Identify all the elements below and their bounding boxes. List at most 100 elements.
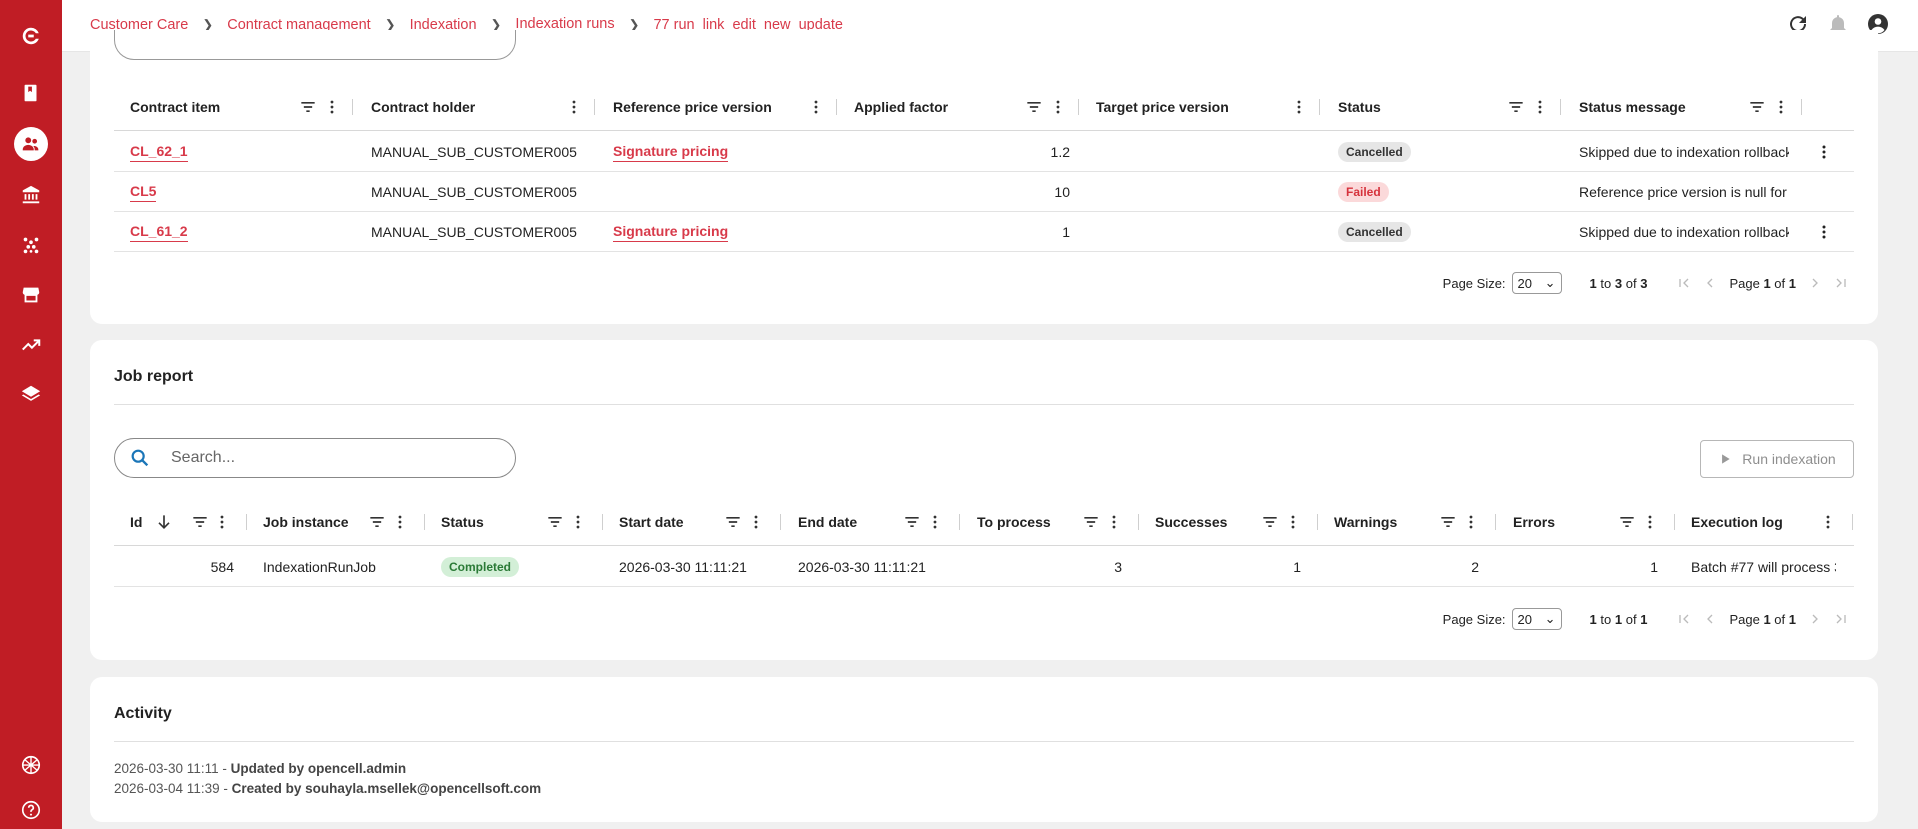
prev-page-icon[interactable] [1702, 275, 1718, 291]
filter-icon[interactable] [545, 512, 565, 532]
col-status-message[interactable]: Status message [1579, 83, 1686, 131]
filter-icon[interactable] [1081, 512, 1101, 532]
search-input-partial[interactable] [114, 30, 516, 60]
more-vert-icon[interactable] [1640, 512, 1660, 532]
table-row[interactable]: CL_61_2 MANUAL_SUB_CUSTOMER005 - Signatu… [114, 212, 1854, 252]
column-separator[interactable] [1852, 514, 1853, 530]
column-separator[interactable] [780, 514, 781, 530]
more-vert-icon[interactable] [806, 97, 826, 117]
more-vert-icon[interactable] [1461, 512, 1481, 532]
prev-page-icon[interactable] [1702, 611, 1718, 627]
search-field[interactable] [171, 449, 471, 467]
column-separator[interactable] [1138, 514, 1139, 530]
column-separator[interactable] [424, 514, 425, 530]
col-errors[interactable]: Errors [1513, 498, 1555, 546]
book-icon[interactable] [0, 73, 62, 113]
col-successes[interactable]: Successes [1155, 498, 1227, 546]
col-contract-holder[interactable]: Contract holder [371, 83, 475, 131]
last-page-icon[interactable] [1833, 275, 1849, 291]
customers-icon[interactable] [0, 124, 62, 164]
col-to-process[interactable]: To process [977, 498, 1051, 546]
column-separator[interactable] [1560, 99, 1561, 115]
column-separator[interactable] [1317, 514, 1318, 530]
col-start-date[interactable]: Start date [619, 498, 684, 546]
search-input[interactable] [114, 438, 516, 478]
first-page-icon[interactable] [1676, 275, 1692, 291]
more-vert-icon[interactable] [568, 512, 588, 532]
more-vert-icon[interactable] [1289, 97, 1309, 117]
first-page-icon[interactable] [1676, 611, 1692, 627]
col-job-instance[interactable]: Job instance [263, 498, 349, 546]
column-separator[interactable] [836, 99, 837, 115]
column-separator[interactable] [1674, 514, 1675, 530]
run-indexation-button[interactable]: Run indexation [1700, 440, 1854, 478]
more-vert-icon[interactable] [1283, 512, 1303, 532]
table-row[interactable]: 584 IndexationRunJob Completed 2026-03-3… [114, 547, 1854, 587]
more-vert-icon[interactable] [925, 512, 945, 532]
column-separator[interactable] [1801, 99, 1802, 115]
table-row[interactable]: CL5 MANUAL_SUB_CUSTOMER005 - 10 Failed R… [114, 172, 1854, 212]
col-execution-log[interactable]: Execution log [1691, 498, 1783, 546]
column-separator[interactable] [246, 514, 247, 530]
filter-icon[interactable] [902, 512, 922, 532]
col-reference-price-version[interactable]: Reference price version [613, 83, 772, 131]
contract-item-link[interactable]: CL5 [130, 183, 157, 202]
column-separator[interactable] [959, 514, 960, 530]
reference-price-link[interactable]: Signature pricing [613, 223, 729, 242]
col-id[interactable]: Id [130, 498, 142, 546]
layers-icon[interactable] [0, 374, 62, 414]
help-icon[interactable] [0, 790, 62, 829]
next-page-icon[interactable] [1807, 611, 1823, 627]
logo-icon[interactable] [0, 16, 62, 56]
language-icon[interactable] [0, 745, 62, 785]
row-more-vert-icon[interactable] [1814, 222, 1834, 242]
filter-icon[interactable] [1438, 512, 1458, 532]
next-page-icon[interactable] [1807, 275, 1823, 291]
more-vert-icon[interactable] [390, 512, 410, 532]
filter-icon[interactable] [298, 97, 318, 117]
col-target-price-version[interactable]: Target price version [1096, 83, 1229, 131]
filter-icon[interactable] [1024, 97, 1044, 117]
col-end-date[interactable]: End date [798, 498, 857, 546]
more-vert-icon[interactable] [322, 97, 342, 117]
column-separator[interactable] [1319, 99, 1320, 115]
column-separator[interactable] [1078, 99, 1079, 115]
more-vert-icon[interactable] [1048, 97, 1068, 117]
table-row[interactable]: CL_62_1 MANUAL_SUB_CUSTOMER005 - Signatu… [114, 132, 1854, 172]
filter-icon[interactable] [190, 512, 210, 532]
reference-price-link[interactable]: Signature pricing [613, 143, 729, 162]
col-status[interactable]: Status [1338, 83, 1381, 131]
more-vert-icon[interactable] [1771, 97, 1791, 117]
col-status[interactable]: Status [441, 498, 484, 546]
grid-dots-icon[interactable] [0, 225, 62, 265]
page-size-select[interactable]: 20 ⌄ [1511, 272, 1562, 294]
column-separator[interactable] [594, 99, 595, 115]
contract-item-link[interactable]: CL_61_2 [130, 223, 188, 242]
filter-icon[interactable] [723, 512, 743, 532]
last-page-icon[interactable] [1833, 611, 1849, 627]
more-vert-icon[interactable] [212, 512, 232, 532]
trending-icon[interactable] [0, 325, 62, 365]
store-icon[interactable] [0, 275, 62, 315]
more-vert-icon[interactable] [1818, 512, 1838, 532]
bank-icon[interactable] [0, 175, 62, 215]
col-applied-factor[interactable]: Applied factor [854, 83, 948, 131]
filter-icon[interactable] [1260, 512, 1280, 532]
filter-icon[interactable] [1506, 97, 1526, 117]
more-vert-icon[interactable] [1104, 512, 1124, 532]
more-vert-icon[interactable] [1530, 97, 1550, 117]
page-size-select[interactable]: 20 ⌄ [1511, 608, 1562, 630]
column-separator[interactable] [352, 99, 353, 115]
filter-icon[interactable] [1617, 512, 1637, 532]
row-more-vert-icon[interactable] [1814, 142, 1834, 162]
more-vert-icon[interactable] [746, 512, 766, 532]
col-warnings[interactable]: Warnings [1334, 498, 1397, 546]
contract-item-link[interactable]: CL_62_1 [130, 143, 188, 162]
column-separator[interactable] [1495, 514, 1496, 530]
col-contract-item[interactable]: Contract item [130, 83, 220, 131]
filter-icon[interactable] [1747, 97, 1767, 117]
sort-down-icon[interactable] [154, 512, 174, 532]
column-separator[interactable] [602, 514, 603, 530]
filter-icon[interactable] [367, 512, 387, 532]
more-vert-icon[interactable] [564, 97, 584, 117]
